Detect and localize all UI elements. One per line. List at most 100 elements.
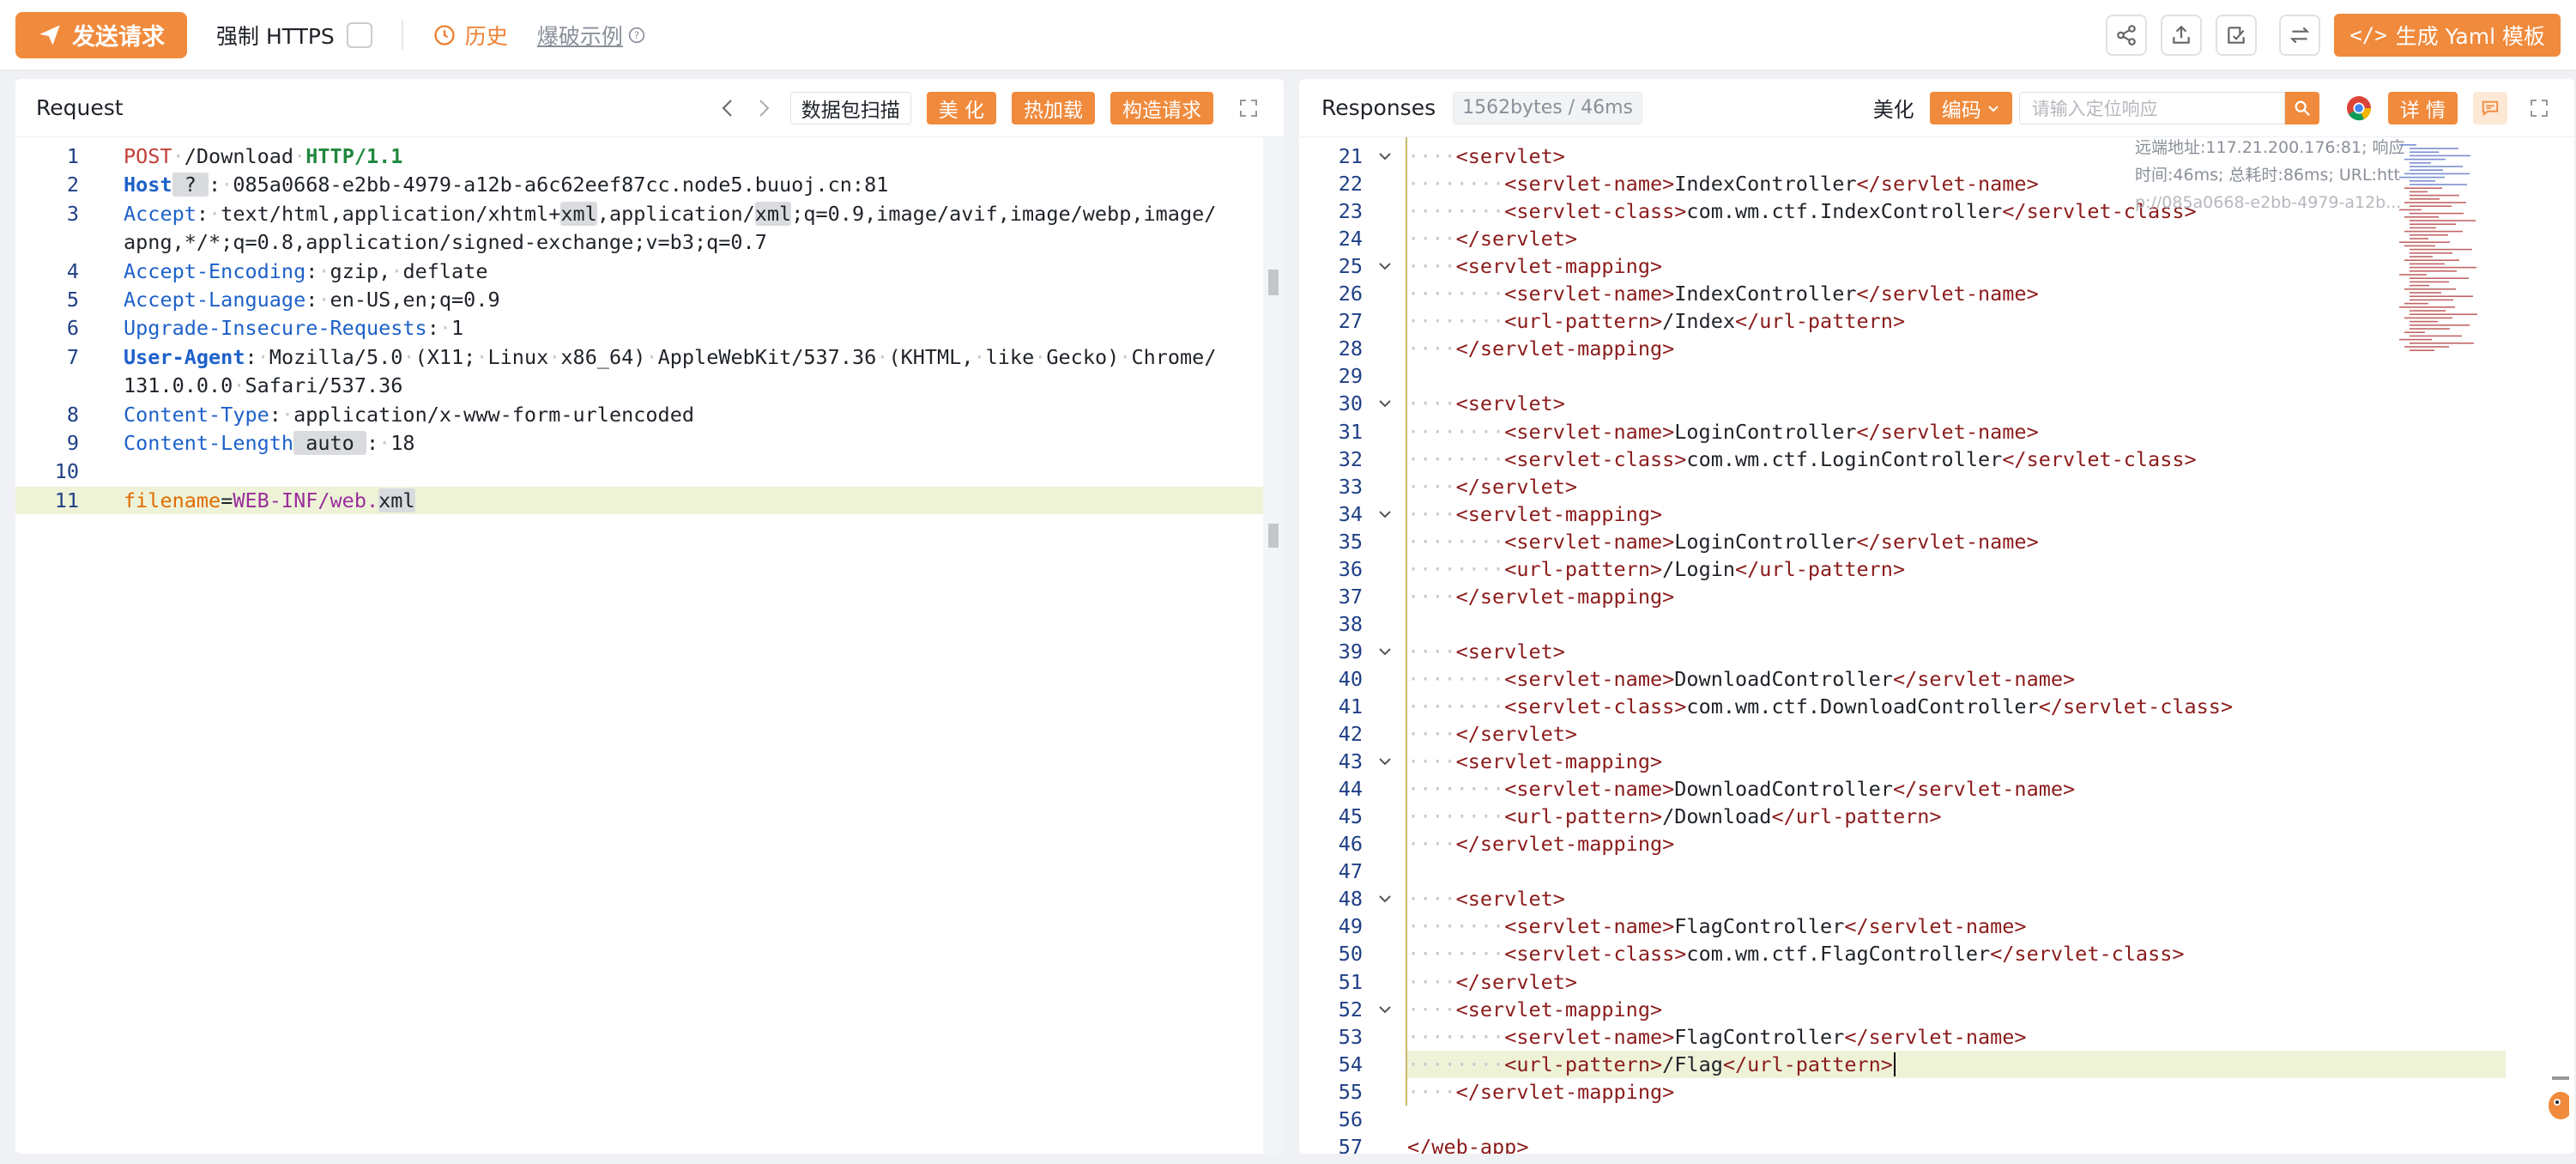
response-line: 39 ····<servlet>	[1339, 638, 2506, 665]
line-number: 49	[1338, 914, 1363, 939]
prev-arrow-button[interactable]	[713, 94, 742, 123]
request-scroll-thumb[interactable]	[1268, 270, 1279, 295]
packet-scan-button[interactable]: 数据包扫描	[789, 91, 911, 124]
minimap-line	[2399, 241, 2450, 243]
encoding-dropdown[interactable]: 编码	[1929, 91, 2012, 124]
import-button[interactable]	[2216, 14, 2258, 56]
token: :	[426, 316, 439, 341]
indent-guide: ········	[1407, 446, 1505, 471]
indent-guide: ····	[1407, 336, 1456, 361]
token: <servlet>	[1455, 639, 1565, 664]
token: WEB-INF/web.	[233, 488, 379, 512]
token: <url-pattern>	[1504, 309, 1663, 334]
token: =	[221, 488, 233, 512]
history-button[interactable]: 历史	[432, 20, 508, 51]
fold-chevron-icon[interactable]	[1376, 996, 1394, 1026]
request-editor[interactable]: 1 POST·/Download·HTTP/1.1 2 Host ? :·085a06…	[15, 137, 1284, 1154]
response-line-text: ····</servlet-mapping>	[1407, 335, 1674, 362]
fold-chevron-icon[interactable]	[1376, 252, 1394, 282]
line-number: 3	[66, 201, 79, 226]
hot-reload-button[interactable]: 热加载	[1012, 91, 1095, 124]
fold-chevron-icon[interactable]	[1376, 885, 1394, 915]
response-line: 44 ········<servlet-name>DownloadControll…	[1339, 775, 2506, 803]
response-line-text: ····<servlet>	[1407, 638, 1565, 665]
response-header: Responses 1562bytes / 46ms 美化 编码 请输入定位响应…	[1299, 79, 2574, 137]
share-button[interactable]	[2106, 14, 2148, 56]
token: </servlet>	[1455, 474, 1578, 499]
fold-chevron-icon[interactable]	[1376, 748, 1394, 778]
generate-yaml-button[interactable]: </> 生成 Yaml 模板	[2334, 13, 2561, 57]
token: </servlet>	[1455, 722, 1578, 747]
bruteforce-example-link[interactable]: 爆破示例 ?	[537, 20, 645, 51]
line-number: 47	[1338, 859, 1363, 884]
line-number: 28	[1338, 336, 1363, 361]
token: :	[209, 173, 221, 197]
response-beautify-button[interactable]: 美化	[1873, 93, 1914, 123]
response-line-text: </web-app>	[1407, 1133, 1528, 1154]
token: </servlet-name>	[1856, 419, 2039, 444]
force-https-checkbox[interactable]	[346, 21, 372, 48]
send-request-button[interactable]: 发送请求	[15, 11, 187, 58]
response-line-text: ········<url-pattern>/Index</url-pattern…	[1407, 307, 1905, 335]
details-button[interactable]: 详 情	[2387, 91, 2458, 124]
response-minimap[interactable]	[2398, 142, 2535, 366]
fold-chevron-icon[interactable]	[1376, 390, 1394, 420]
token: Safari/537.36	[245, 373, 403, 398]
response-line-text: ····<servlet>	[1407, 885, 1565, 912]
build-request-button[interactable]: 构造请求	[1110, 91, 1213, 124]
token: </servlet-class>	[2002, 446, 2197, 471]
fold-chevron-icon[interactable]	[1376, 500, 1394, 530]
minimap-line	[2410, 349, 2434, 351]
indent-guide: ····	[1407, 722, 1456, 747]
search-icon	[2295, 100, 2310, 116]
indent-guide: ········	[1407, 172, 1505, 197]
minimap-line	[2410, 292, 2441, 294]
line-number: 25	[1338, 254, 1363, 279]
token: Mozilla/5.0	[269, 344, 403, 369]
locate-search-button[interactable]	[2284, 91, 2319, 124]
response-line-text: ····</servlet-mapping>	[1407, 830, 1674, 858]
minimap-line	[2404, 302, 2428, 305]
comment-button[interactable]	[2473, 91, 2507, 124]
token: ·	[221, 173, 233, 197]
request-line: 2 Host ? :·085a0668-e2bb-4979-a12b-a6c62e…	[15, 171, 1263, 198]
beautify-button[interactable]: 美 化	[926, 91, 996, 124]
request-fullscreen-button[interactable]	[1234, 94, 1263, 123]
line-number: 26	[1338, 282, 1363, 306]
fold-chevron-icon[interactable]	[1376, 142, 1394, 173]
minimap-line	[2410, 256, 2433, 258]
token: com.wm.ctf.IndexController	[1686, 199, 2003, 224]
line-number: 27	[1338, 309, 1363, 334]
toolbar-divider	[401, 20, 403, 50]
response-line: 45 ········<url-pattern>/Download</url-pa…	[1339, 803, 2506, 830]
minimap-line	[2410, 151, 2439, 153]
request-line: 4 Accept-Encoding:·gzip,·deflate	[15, 258, 1263, 285]
request-scrollbar[interactable]	[1263, 137, 1284, 1154]
response-line: 46 ····</servlet-mapping>	[1339, 830, 2506, 858]
fold-chevron-icon[interactable]	[1376, 638, 1394, 668]
minimap-line	[2410, 252, 2452, 254]
locate-response-input[interactable]: 请输入定位响应	[2018, 91, 2285, 124]
minimap-line	[2410, 198, 2440, 200]
line-number: 24	[1338, 227, 1363, 252]
minimap-line	[2410, 227, 2436, 229]
minimap-line	[2399, 176, 2445, 179]
response-line: 35 ········<servlet-name>LoginController<…	[1339, 528, 2506, 555]
token: ·	[209, 201, 221, 226]
export-button[interactable]	[2161, 14, 2203, 56]
line-number: 6	[66, 316, 79, 341]
token: gzip,	[330, 258, 391, 283]
open-in-chrome-button[interactable]	[2345, 94, 2373, 122]
swap-button[interactable]	[2279, 14, 2321, 56]
minimap-line	[2410, 169, 2443, 171]
line-number: 52	[1338, 997, 1363, 1022]
response-editor[interactable]: 21 ····<servlet> 22 ········<servlet-name>I…	[1299, 137, 2574, 1154]
response-line-text: ········<servlet-name>LoginController</s…	[1407, 528, 2039, 555]
response-fullscreen-button[interactable]	[2525, 94, 2554, 123]
token: DownloadController	[1674, 666, 1893, 691]
next-arrow-button[interactable]	[749, 94, 778, 123]
token: ·	[172, 144, 184, 168]
token: ·	[402, 344, 415, 369]
indent-guide: ········	[1407, 282, 1505, 306]
line-number: 35	[1338, 529, 1363, 554]
